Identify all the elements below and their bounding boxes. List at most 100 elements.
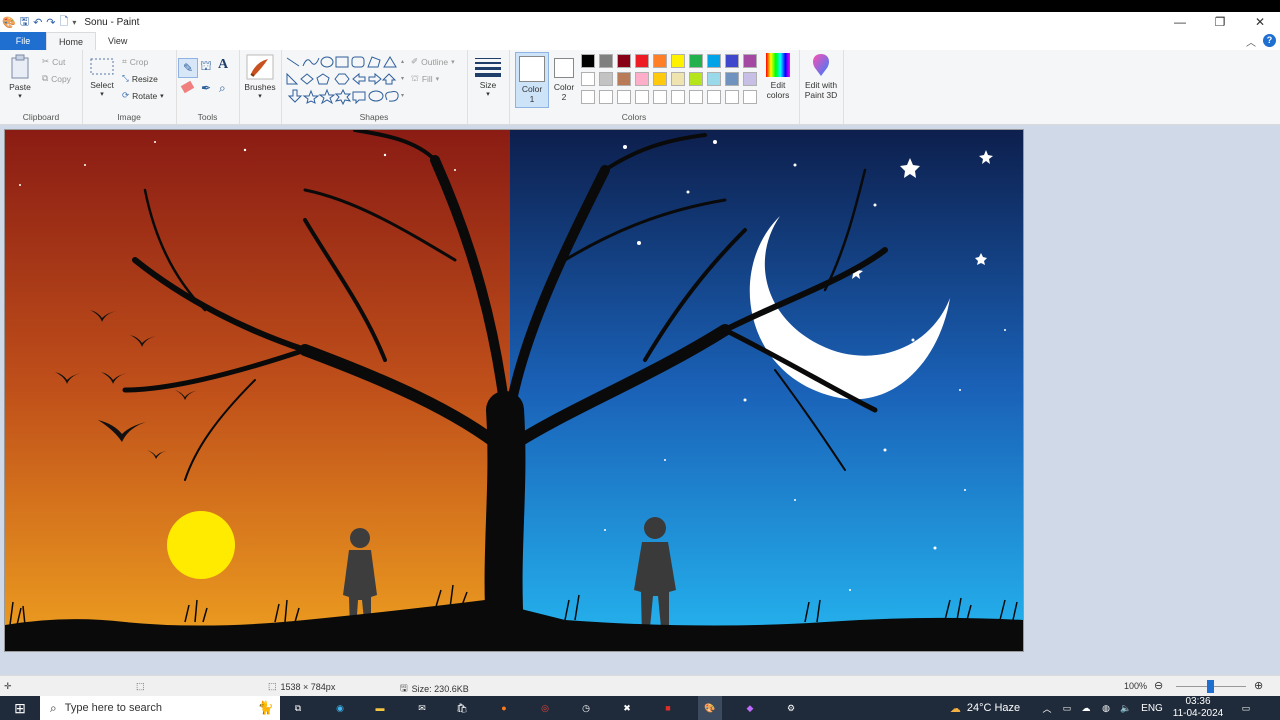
palette-swatch[interactable]: [653, 72, 667, 86]
copy-button[interactable]: ⧉ Copy: [42, 73, 71, 84]
settings-gear-icon[interactable]: ⚙: [781, 696, 801, 720]
palette-swatch[interactable]: [707, 54, 721, 68]
edit-colors-button[interactable]: Edit colors: [761, 52, 795, 100]
drawing-canvas[interactable]: [4, 129, 1024, 652]
rotate-dropdown-icon[interactable]: ▾: [160, 92, 164, 100]
show-hidden-icons[interactable]: ︿: [1040, 696, 1054, 720]
canvas-area[interactable]: [0, 125, 1280, 675]
task-view-icon[interactable]: ⧉: [288, 696, 308, 720]
palette-swatch[interactable]: [599, 72, 613, 86]
file-explorer-icon[interactable]: ▬: [370, 696, 390, 720]
paste-dropdown-icon[interactable]: ▾: [4, 92, 36, 100]
clock[interactable]: 03:36 11-04-2024: [1168, 696, 1228, 720]
size-dropdown-icon[interactable]: ▾: [471, 90, 505, 98]
custom-color-slot[interactable]: [599, 90, 613, 104]
zoom-slider-thumb[interactable]: [1207, 680, 1214, 693]
shapes-scroll[interactable]: ▴ ▾ ▾: [401, 54, 404, 105]
palette-swatch[interactable]: [671, 54, 685, 68]
palette-swatch[interactable]: [707, 72, 721, 86]
print-preview-icon[interactable]: 🗋: [60, 13, 69, 32]
text-tool-icon[interactable]: A: [218, 57, 228, 73]
custom-color-slot[interactable]: [617, 90, 631, 104]
palette-swatch[interactable]: [581, 54, 595, 68]
fill-dropdown-icon[interactable]: ▾: [436, 75, 440, 83]
cloud-sync-icon[interactable]: ☁: [1078, 696, 1094, 720]
paint-taskbar-icon[interactable]: 🎨: [698, 696, 722, 720]
video-app-icon[interactable]: ■: [658, 696, 678, 720]
palette-swatch[interactable]: [689, 54, 703, 68]
network-globe-icon[interactable]: ◍: [1098, 696, 1114, 720]
pencil-icon[interactable]: ✎: [178, 58, 198, 78]
palette-swatch[interactable]: [581, 72, 595, 86]
palette-swatch[interactable]: [617, 72, 631, 86]
rotate-button[interactable]: ⟳ Rotate ▾: [122, 90, 164, 101]
magnifier-icon[interactable]: ⌕: [219, 81, 226, 96]
clock-app-icon[interactable]: ◷: [576, 696, 596, 720]
color2-button[interactable]: Color 2: [549, 53, 579, 102]
weather-widget[interactable]: ☁ 24°C Haze: [940, 696, 1030, 720]
tab-view[interactable]: View: [96, 32, 139, 50]
custom-color-slot[interactable]: [743, 90, 757, 104]
outline-dropdown-icon[interactable]: ▾: [451, 58, 455, 66]
brushes-button[interactable]: Brushes ▾: [242, 54, 278, 100]
color1-button[interactable]: Color 1: [515, 52, 549, 108]
language-indicator[interactable]: ENG: [1140, 696, 1164, 720]
chrome-icon[interactable]: ◎: [535, 696, 555, 720]
custom-color-slot[interactable]: [635, 90, 649, 104]
tab-home[interactable]: Home: [46, 32, 97, 50]
capcut-icon[interactable]: ✖: [617, 696, 637, 720]
palette-swatch[interactable]: [743, 72, 757, 86]
minimize-button[interactable]: —: [1160, 12, 1200, 32]
volume-icon[interactable]: 🔈: [1118, 696, 1134, 720]
custom-color-slot[interactable]: [653, 90, 667, 104]
select-button[interactable]: Select ▾: [86, 56, 118, 98]
palette-swatch[interactable]: [671, 72, 685, 86]
palette-swatch[interactable]: [635, 72, 649, 86]
palette-swatch[interactable]: [725, 72, 739, 86]
brushes-dropdown-icon[interactable]: ▾: [242, 92, 278, 100]
palette-swatch[interactable]: [743, 54, 757, 68]
custom-color-slot[interactable]: [671, 90, 685, 104]
undo-icon[interactable]: ↶: [33, 16, 42, 29]
size-button[interactable]: Size ▾: [471, 56, 505, 98]
edit-with-paint3d-button[interactable]: Edit with Paint 3D: [801, 52, 841, 100]
palette-swatch[interactable]: [689, 72, 703, 86]
palette-swatch[interactable]: [599, 54, 613, 68]
firefox-icon[interactable]: ●: [494, 696, 514, 720]
store-icon[interactable]: 🛍: [452, 696, 472, 720]
windows-start-icon[interactable]: ⊞: [8, 696, 32, 720]
zoom-in-icon[interactable]: ⊕: [1254, 679, 1263, 692]
palette-swatch[interactable]: [725, 54, 739, 68]
shapes-gallery[interactable]: [285, 54, 405, 106]
edge-icon[interactable]: ◉: [330, 696, 350, 720]
custom-color-slot[interactable]: [581, 90, 595, 104]
collapse-ribbon-icon[interactable]: ︿: [1246, 34, 1256, 49]
palette-swatch[interactable]: [635, 54, 649, 68]
fill-button[interactable]: ⛫ Fill ▾: [411, 73, 439, 85]
resize-button[interactable]: ⤡ Resize: [122, 73, 158, 84]
zoom-out-icon[interactable]: ⊖: [1154, 679, 1163, 692]
cut-button[interactable]: ✂ Cut: [42, 56, 65, 67]
select-dropdown-icon[interactable]: ▾: [86, 90, 118, 98]
mail-icon[interactable]: ✉: [412, 696, 432, 720]
custom-color-slot[interactable]: [689, 90, 703, 104]
help-icon[interactable]: ?: [1263, 34, 1276, 47]
restore-button[interactable]: ❐: [1200, 12, 1240, 32]
eraser-icon[interactable]: [180, 80, 195, 94]
redo-icon[interactable]: ↷: [46, 16, 55, 29]
color-picker-icon[interactable]: ✒: [201, 81, 211, 95]
customize-dropdown-icon[interactable]: ▾: [72, 18, 76, 27]
outline-button[interactable]: ✐ Outline ▾: [411, 56, 455, 67]
device-icon[interactable]: ▭: [1060, 696, 1074, 720]
notification-icon[interactable]: ▭: [1236, 696, 1256, 720]
crop-button[interactable]: ⌗ Crop: [122, 56, 148, 67]
palette-swatch[interactable]: [653, 54, 667, 68]
palette-swatch[interactable]: [617, 54, 631, 68]
paste-button[interactable]: Paste ▾: [4, 54, 36, 100]
fill-bucket-icon[interactable]: ⛫: [200, 58, 212, 76]
save-icon[interactable]: 🖫: [20, 13, 29, 32]
paint3d-taskbar-icon[interactable]: ◆: [740, 696, 760, 720]
taskbar-search[interactable]: ⌕ Type here to search 🐈: [40, 696, 280, 720]
custom-color-slot[interactable]: [725, 90, 739, 104]
tab-file[interactable]: File: [0, 32, 46, 50]
